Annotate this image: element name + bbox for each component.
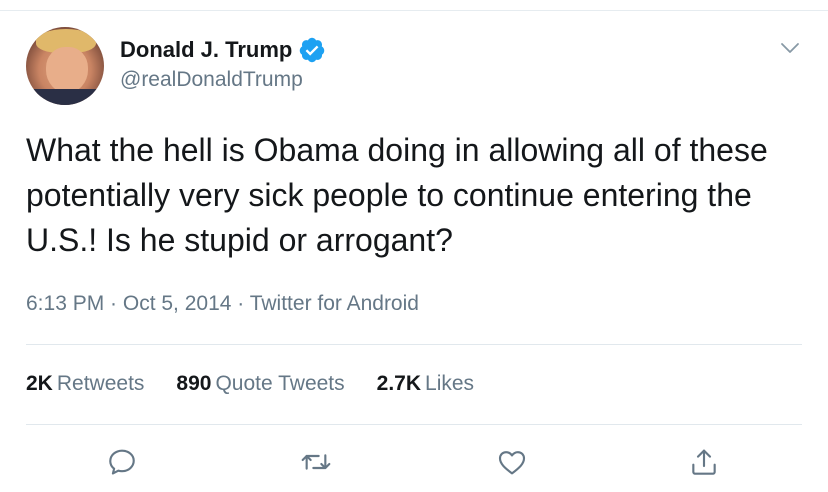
quote-tweets-label: Quote Tweets (215, 372, 345, 395)
divider (26, 424, 802, 425)
tweet-meta: 6:13 PM · Oct 5, 2014 · Twitter for Andr… (26, 292, 419, 315)
like-icon[interactable] (496, 446, 528, 478)
top-divider (0, 10, 828, 11)
divider (26, 344, 802, 345)
retweets-stat[interactable]: 2K Retweets (26, 372, 144, 396)
user-handle[interactable]: @realDonaldTrump (120, 68, 303, 92)
quote-tweets-stat[interactable]: 890 Quote Tweets (176, 372, 344, 396)
likes-label: Likes (425, 372, 475, 395)
reply-icon[interactable] (106, 446, 138, 478)
display-name[interactable]: Donald J. Trump (120, 37, 292, 63)
retweets-count: 2K (26, 372, 53, 395)
quote-tweets-count: 890 (176, 372, 212, 395)
avatar-suit (26, 89, 104, 105)
stats-row: 2K Retweets 890 Quote Tweets 2.7K Likes (26, 372, 506, 396)
avatar[interactable] (26, 27, 104, 105)
retweet-icon[interactable] (300, 446, 332, 478)
likes-stat[interactable]: 2.7K Likes (377, 372, 474, 396)
verified-badge-icon (298, 36, 326, 64)
name-row: Donald J. Trump (120, 36, 326, 64)
share-icon[interactable] (688, 446, 720, 478)
likes-count: 2.7K (376, 372, 422, 395)
retweets-label: Retweets (56, 372, 145, 395)
chevron-down-icon[interactable] (778, 36, 802, 60)
tweet-text: What the hell is Obama doing in allowing… (26, 132, 768, 258)
avatar-face (46, 47, 88, 93)
